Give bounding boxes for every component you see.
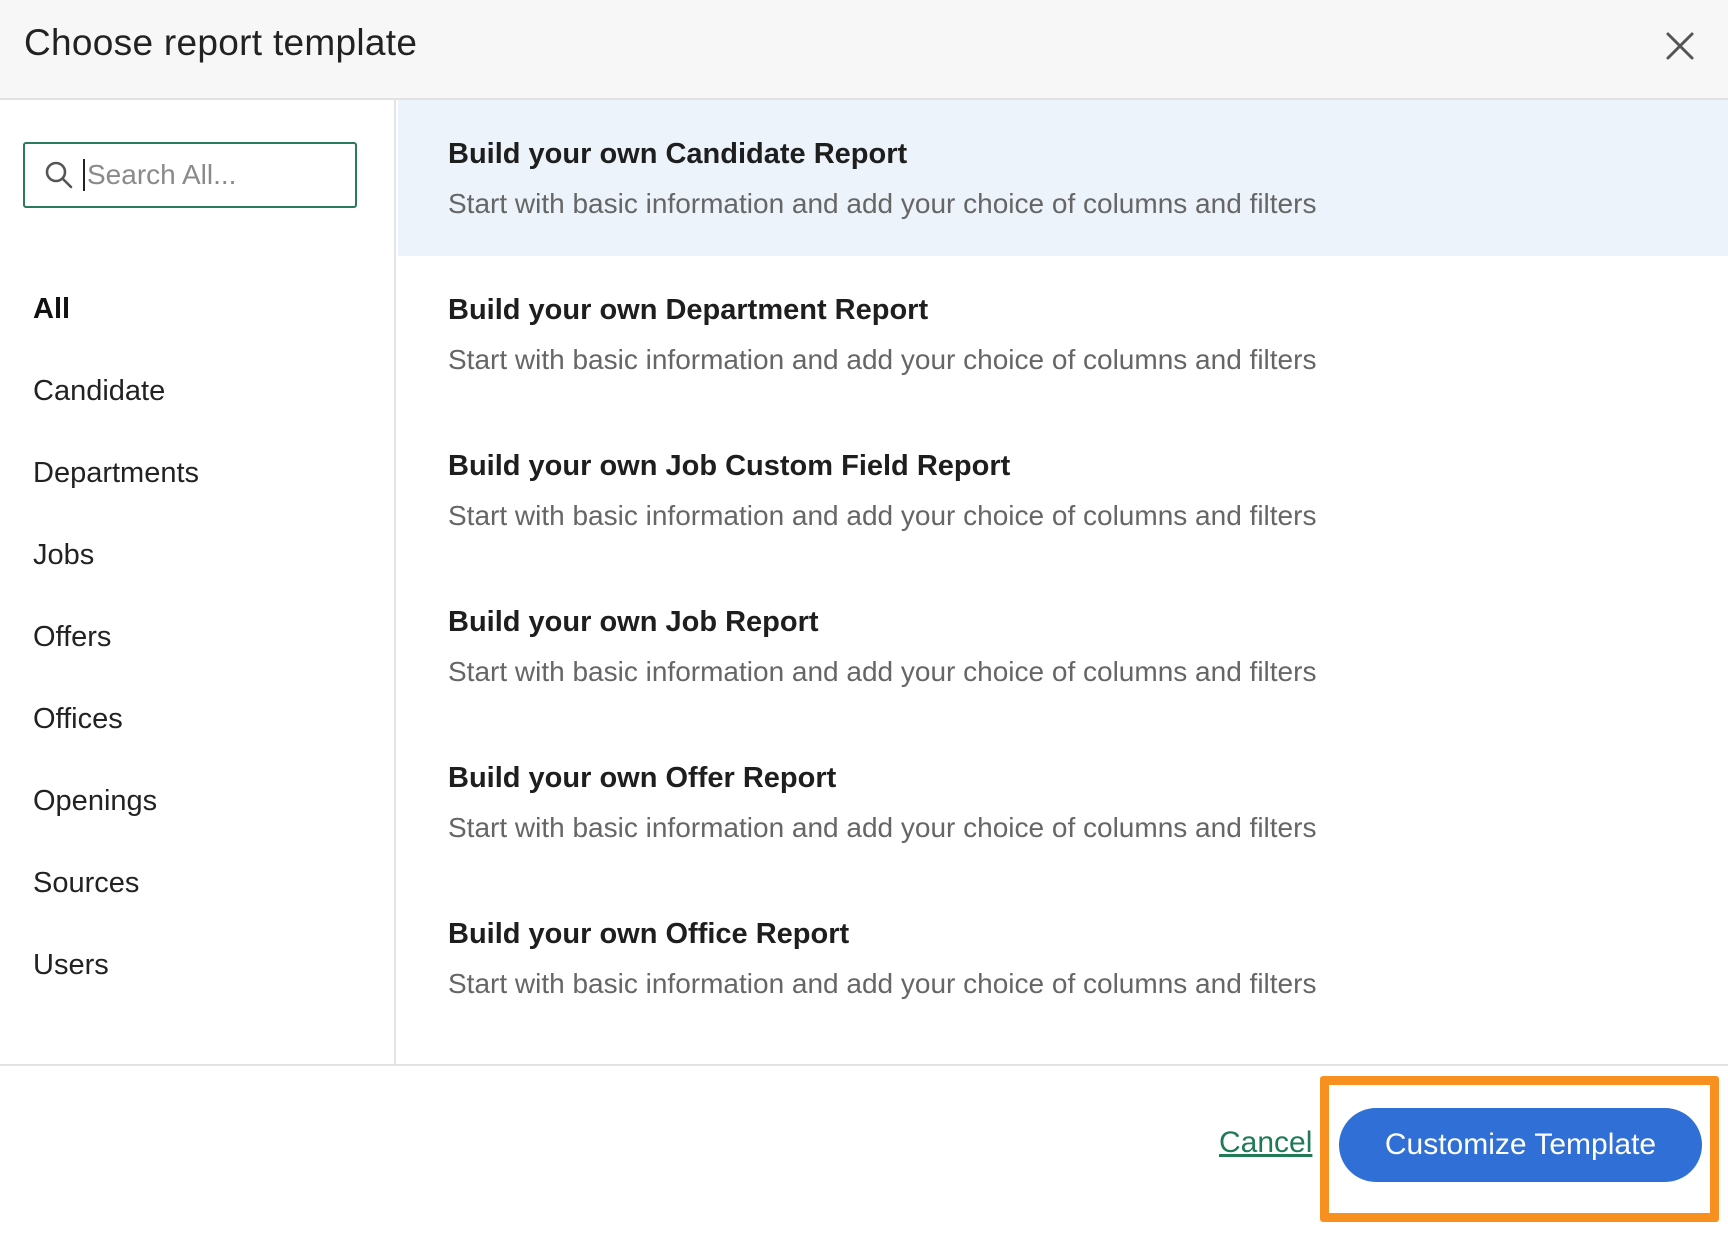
category-all[interactable]: All [33,268,199,350]
category-sidebar: All Candidate Departments Jobs Offers Of… [0,100,396,1064]
category-jobs[interactable]: Jobs [33,514,199,596]
close-button[interactable] [1656,22,1704,70]
template-description: Start with basic information and add you… [448,344,1317,375]
template-description: Start with basic information and add you… [448,188,1317,219]
category-candidate[interactable]: Candidate [33,350,199,432]
template-item-candidate-report[interactable]: Build your own Candidate Report Start wi… [398,100,1728,256]
template-description: Start with basic information and add you… [448,500,1317,531]
category-openings[interactable]: Openings [33,760,199,842]
category-sources[interactable]: Sources [33,842,199,924]
dialog-title: Choose report template [24,22,418,63]
search-box[interactable] [23,142,357,208]
category-offers[interactable]: Offers [33,596,199,678]
template-title: Build your own Office Report [448,918,850,950]
template-title: Build your own Offer Report [448,762,837,794]
search-input[interactable] [83,159,327,191]
dialog-footer: Cancel Customize Template [0,1064,1728,1258]
search-icon [43,159,75,191]
close-icon [1666,32,1694,60]
template-title: Build your own Job Report [448,606,819,638]
template-item-job-custom-field-report[interactable]: Build your own Job Custom Field Report S… [398,412,1728,568]
template-item-office-report[interactable]: Build your own Office Report Start with … [398,880,1728,1036]
dialog-header: Choose report template [0,0,1728,100]
template-description: Start with basic information and add you… [448,812,1317,843]
cancel-link[interactable]: Cancel [1219,1126,1312,1160]
category-offices[interactable]: Offices [33,678,199,760]
template-list: Build your own Candidate Report Start wi… [398,100,1728,1064]
template-item-offer-report[interactable]: Build your own Offer Report Start with b… [398,724,1728,880]
category-list: All Candidate Departments Jobs Offers Of… [33,268,199,1006]
template-title: Build your own Job Custom Field Report [448,450,1011,482]
report-template-dialog: Choose report template All Candidate Dep… [0,0,1728,1258]
customize-template-button[interactable]: Customize Template [1339,1108,1702,1182]
template-title: Build your own Candidate Report [448,138,908,170]
template-title: Build your own Department Report [448,294,929,326]
category-users[interactable]: Users [33,924,199,1006]
template-description: Start with basic information and add you… [448,968,1317,999]
template-item-department-report[interactable]: Build your own Department Report Start w… [398,256,1728,412]
template-description: Start with basic information and add you… [448,656,1317,687]
category-departments[interactable]: Departments [33,432,199,514]
template-item-job-report[interactable]: Build your own Job Report Start with bas… [398,568,1728,724]
